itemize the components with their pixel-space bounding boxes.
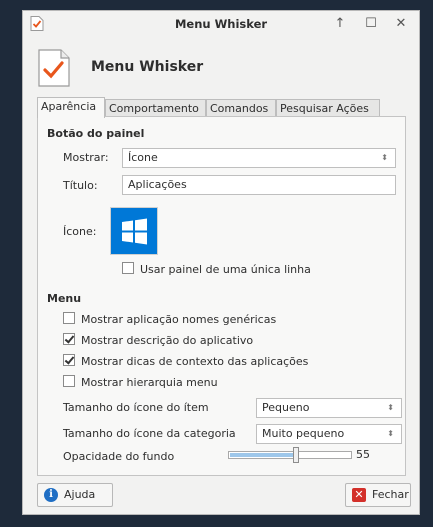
close-x-icon: ✕ [352,488,366,502]
title-label: Título: [63,179,98,192]
single-row-label: Usar painel de uma única linha [140,263,311,276]
close-window-button[interactable]: ✕ [390,14,412,34]
item-icon-size-combo[interactable]: Pequeno ⬍ [256,398,402,418]
tab-commands[interactable]: Comandos [206,99,276,117]
item-icon-size-value: Pequeno [262,401,310,414]
description-checkbox[interactable] [63,333,75,345]
combo-arrow-icon: ⬍ [387,403,394,412]
single-row-checkbox[interactable] [122,262,134,274]
hierarchy-label: Mostrar hierarquia menu [81,376,218,389]
menu-section-title: Menu [47,292,82,305]
tab-appearance[interactable]: Aparência [37,97,105,118]
tooltips-label: Mostrar dicas de contexto das aplicações [81,355,309,368]
appearance-panel: Botão do painel Mostrar: Ícone ⬍ Título:… [37,116,406,476]
tab-behavior[interactable]: Comportamento [105,99,206,117]
combo-arrow-icon: ⬍ [381,153,388,162]
category-icon-size-label: Tamanho do ícone da categoria [63,427,236,440]
generic-names-label: Mostrar aplicação nomes genéricas [81,313,277,326]
hierarchy-option[interactable]: Mostrar hierarquia menu [63,375,218,389]
tooltips-option[interactable]: Mostrar dicas de contexto das aplicações [63,354,308,368]
dialog-title: Menu Whisker [91,59,204,75]
item-icon-size-label: Tamanho do ícone do ítem [63,401,209,414]
hierarchy-checkbox[interactable] [63,375,75,387]
category-icon-size-combo[interactable]: Muito pequeno ⬍ [256,424,402,444]
generic-names-option[interactable]: Mostrar aplicação nomes genéricas [63,312,276,326]
panel-button-section-title: Botão do painel [47,127,145,140]
close-button[interactable]: ✕ Fechar [345,483,411,507]
keep-above-button[interactable]: ↑ [329,14,351,34]
generic-names-checkbox[interactable] [63,312,75,324]
icon-label: Ícone: [63,225,97,238]
icon-picker-button[interactable] [110,207,158,255]
close-button-label: Fechar [372,488,409,501]
help-button[interactable]: i Ajuda [37,483,113,507]
single-row-option[interactable]: Usar painel de uma única linha [122,262,311,276]
app-checklist-icon [38,49,70,87]
opacity-slider-handle[interactable] [293,447,299,463]
show-combo[interactable]: Ícone ⬍ [122,148,396,168]
opacity-slider-track[interactable] [228,451,352,459]
opacity-slider-fill [230,453,294,457]
show-label: Mostrar: [63,151,109,164]
opacity-label: Opacidade do fundo [63,450,175,463]
description-label: Mostrar descrição do aplicativo [81,334,254,347]
show-combo-value: Ícone [128,151,158,164]
windows-start-icon [111,208,157,254]
help-button-label: Ajuda [64,488,96,501]
title-bar[interactable]: Menu Whisker ↑ ☐ ✕ [23,11,419,37]
category-icon-size-value: Muito pequeno [262,427,345,440]
dialog-header: Menu Whisker [23,37,419,97]
maximize-button[interactable]: ☐ [360,14,382,34]
opacity-value: 55 [356,448,370,461]
tooltips-checkbox[interactable] [63,354,75,366]
title-input[interactable]: Aplicações [122,175,396,195]
tab-search-actions[interactable]: Pesquisar Ações [276,99,380,117]
settings-window: Menu Whisker ↑ ☐ ✕ Menu Whisker Aparênci… [22,10,420,515]
description-option[interactable]: Mostrar descrição do aplicativo [63,333,253,347]
combo-arrow-icon: ⬍ [387,429,394,438]
opacity-slider[interactable] [228,447,352,463]
info-icon: i [44,488,58,502]
